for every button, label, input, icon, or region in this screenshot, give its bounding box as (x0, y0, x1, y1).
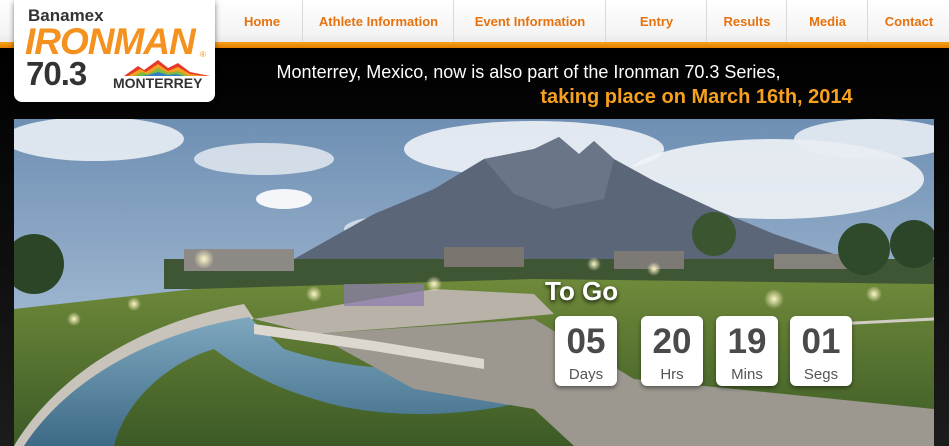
mountain-rainbow-icon (124, 60, 210, 76)
hero-image (14, 119, 934, 446)
countdown-seconds-label: Segs (803, 366, 839, 383)
nav-media[interactable]: Media (786, 0, 868, 42)
nav-home[interactable]: Home (222, 0, 302, 42)
countdown-days: 05 Days (555, 316, 617, 386)
countdown-minutes-label: Mins (731, 366, 763, 383)
countdown-days-value: 05 (566, 322, 606, 361)
countdown-hours-label: Hrs (660, 366, 684, 383)
monterrey-park-scene (14, 119, 934, 446)
countdown-hours: 20 Hrs (641, 316, 703, 386)
countdown-seconds: 01 Segs (790, 316, 852, 386)
nav-contact[interactable]: Contact (867, 0, 949, 42)
countdown-days-label: Days (568, 366, 604, 383)
countdown-minutes: 19 Mins (716, 316, 778, 386)
nav-athlete-information[interactable]: Athlete Information (302, 0, 454, 42)
logo-city-text: MONTERREY (113, 75, 203, 91)
nav-event-information[interactable]: Event Information (453, 0, 606, 42)
countdown-minutes-value: 19 (727, 322, 767, 361)
logo-number-text: 70.3 (26, 55, 87, 92)
nav-entry[interactable]: Entry (605, 0, 707, 42)
countdown-hours-value: 20 (652, 322, 692, 361)
event-logo[interactable]: Banamex IRONMAN ® 70.3 MONTERREY (14, 0, 215, 102)
nav-results[interactable]: Results (706, 0, 787, 42)
countdown-title: To Go (545, 276, 619, 306)
registered-mark-icon: ® (200, 50, 206, 59)
countdown-seconds-value: 01 (801, 322, 841, 361)
